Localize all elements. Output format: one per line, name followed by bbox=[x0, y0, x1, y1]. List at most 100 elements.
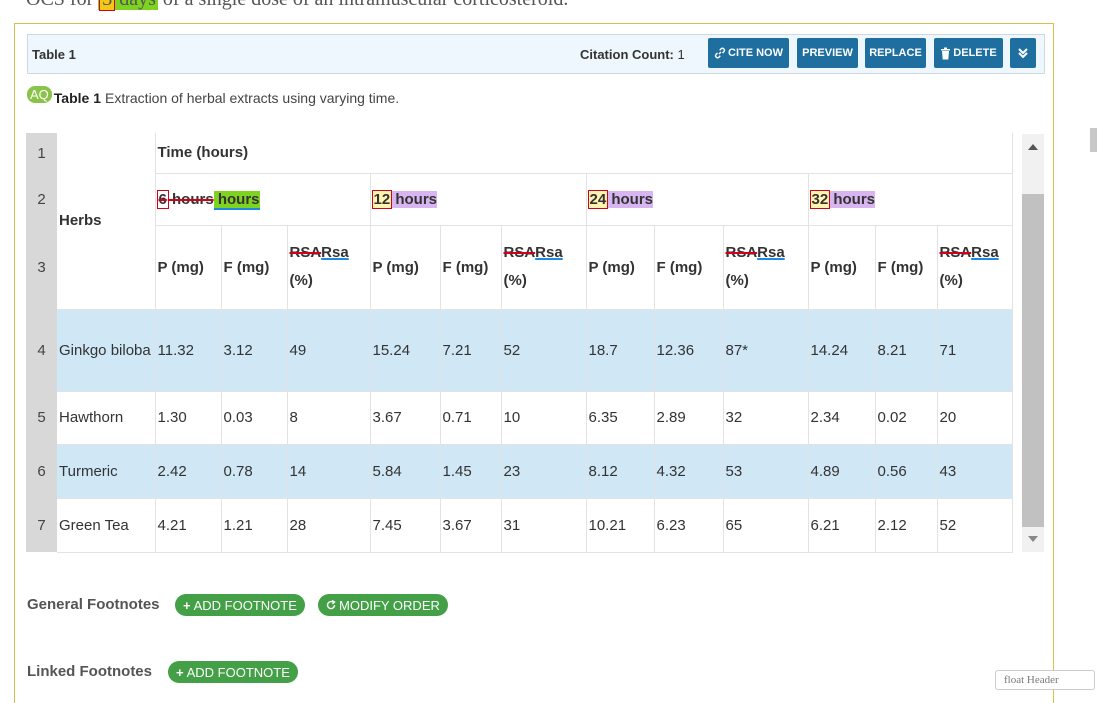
float-header-tab[interactable]: float Header bbox=[995, 670, 1095, 690]
value-cell[interactable]: 20 bbox=[937, 391, 1013, 445]
herb-cell[interactable]: Ginkgo biloba bbox=[57, 309, 156, 392]
modify-order-button[interactable]: MODIFY ORDER bbox=[318, 594, 448, 616]
value-cell[interactable]: 14.24 bbox=[808, 309, 876, 392]
value-cell[interactable]: 18.7 bbox=[586, 309, 655, 392]
value-cell[interactable]: 4.21 bbox=[155, 498, 222, 553]
table-row: 4 Ginkgo biloba 11.32 3.12 49 15.24 7.21… bbox=[26, 309, 1013, 392]
expand-button[interactable] bbox=[1010, 38, 1036, 68]
time-header[interactable]: Time (hours) bbox=[155, 133, 1013, 174]
value-cell[interactable]: 1.30 bbox=[155, 391, 222, 445]
value-cell[interactable]: 10.21 bbox=[586, 498, 655, 553]
row-number: 4 bbox=[26, 309, 57, 391]
value-cell[interactable]: 7.21 bbox=[440, 309, 502, 392]
value-cell[interactable]: 3.67 bbox=[370, 391, 441, 445]
table-row: 7 Green Tea 4.21 1.21 28 7.45 3.67 31 10… bbox=[26, 498, 1013, 553]
aq-badge[interactable]: AQ bbox=[27, 86, 52, 103]
value-cell[interactable]: 0.56 bbox=[875, 444, 938, 499]
document-text-line: OCS for 3 days of a single dose of an in… bbox=[26, 0, 568, 11]
add-footnote-button[interactable]: + ADD FOOTNOTE bbox=[175, 594, 305, 616]
value-cell[interactable]: 52 bbox=[501, 309, 587, 392]
time-group-header[interactable]: 24 hours bbox=[586, 173, 809, 226]
value-cell[interactable]: 28 bbox=[287, 498, 371, 553]
value-cell[interactable]: 2.89 bbox=[654, 391, 724, 445]
herb-cell[interactable]: Hawthorn bbox=[57, 391, 156, 445]
time-group-header[interactable]: 6 hours hours bbox=[155, 173, 371, 226]
col-f-header[interactable]: F (mg) bbox=[440, 225, 502, 310]
col-rsa-header[interactable]: RSARsa (%) bbox=[723, 225, 809, 310]
value-cell[interactable]: 71 bbox=[937, 309, 1013, 392]
value-cell[interactable]: 53 bbox=[723, 444, 809, 499]
value-cell[interactable]: 0.78 bbox=[221, 444, 288, 499]
table-scrollbar[interactable] bbox=[1022, 134, 1044, 552]
value-cell[interactable]: 6.35 bbox=[586, 391, 655, 445]
value-cell[interactable]: 8.12 bbox=[586, 444, 655, 499]
value-cell[interactable]: 6.23 bbox=[654, 498, 724, 553]
value-cell[interactable]: 3.67 bbox=[440, 498, 502, 553]
value-cell[interactable]: 8 bbox=[287, 391, 371, 445]
row-number: 6 bbox=[26, 444, 57, 498]
table-name: Table 1 bbox=[32, 47, 76, 62]
value-cell[interactable]: 32 bbox=[723, 391, 809, 445]
col-p-header[interactable]: P (mg) bbox=[586, 225, 655, 310]
col-f-header[interactable]: F (mg) bbox=[221, 225, 288, 310]
replace-button[interactable]: REPLACE bbox=[865, 38, 926, 68]
value-cell[interactable]: 2.42 bbox=[155, 444, 222, 499]
time-group-header[interactable]: 32 hours bbox=[808, 173, 1013, 226]
table-row: 6 Turmeric 2.42 0.78 14 5.84 1.45 23 8.1… bbox=[26, 444, 1013, 499]
value-cell[interactable]: 3.12 bbox=[221, 309, 288, 392]
value-cell[interactable]: 0.71 bbox=[440, 391, 502, 445]
table-toolbar: Table 1 Citation Count: 1 CITE NOW PREVI… bbox=[27, 34, 1045, 74]
col-f-header[interactable]: F (mg) bbox=[654, 225, 724, 310]
value-cell[interactable]: 6.21 bbox=[808, 498, 876, 553]
preview-button[interactable]: PREVIEW bbox=[797, 38, 858, 68]
value-cell[interactable]: 1.21 bbox=[221, 498, 288, 553]
col-p-header[interactable]: P (mg) bbox=[808, 225, 876, 310]
value-cell[interactable]: 49 bbox=[287, 309, 371, 392]
col-rsa-header[interactable]: RSARsa (%) bbox=[501, 225, 587, 310]
col-rsa-header[interactable]: RSARsa (%) bbox=[937, 225, 1013, 310]
refresh-icon bbox=[326, 600, 336, 610]
delete-button[interactable]: DELETE bbox=[934, 38, 1003, 68]
value-cell[interactable]: 11.32 bbox=[155, 309, 222, 392]
value-cell[interactable]: 65 bbox=[723, 498, 809, 553]
value-cell[interactable]: 0.03 bbox=[221, 391, 288, 445]
scroll-down-arrow-icon[interactable] bbox=[1028, 536, 1038, 542]
add-linked-footnote-button[interactable]: + ADD FOOTNOTE bbox=[168, 661, 298, 683]
herb-cell[interactable]: Turmeric bbox=[57, 444, 156, 499]
value-cell[interactable]: 2.34 bbox=[808, 391, 876, 445]
value-cell[interactable]: 8.21 bbox=[875, 309, 938, 392]
table-caption: AQ Table 1 Extraction of herbal extracts… bbox=[27, 86, 399, 106]
value-cell[interactable]: 1.45 bbox=[440, 444, 502, 499]
value-cell[interactable]: 52 bbox=[937, 498, 1013, 553]
row-number: 2 bbox=[26, 173, 57, 225]
herb-cell[interactable]: Green Tea bbox=[57, 498, 156, 553]
value-cell[interactable]: 0.02 bbox=[875, 391, 938, 445]
value-cell[interactable]: 14 bbox=[287, 444, 371, 499]
caption-label: Table 1 bbox=[53, 89, 101, 106]
value-cell[interactable]: 15.24 bbox=[370, 309, 441, 392]
cite-now-button[interactable]: CITE NOW bbox=[708, 38, 789, 68]
value-cell[interactable]: 2.12 bbox=[875, 498, 938, 553]
value-cell[interactable]: 5.84 bbox=[370, 444, 441, 499]
value-cell[interactable]: 7.45 bbox=[370, 498, 441, 553]
value-cell[interactable]: 10 bbox=[501, 391, 587, 445]
col-p-header[interactable]: P (mg) bbox=[370, 225, 441, 310]
value-cell[interactable]: 87* bbox=[723, 309, 809, 392]
table-row: 5 Hawthorn 1.30 0.03 8 3.67 0.71 10 6.35… bbox=[26, 391, 1013, 445]
value-cell[interactable]: 43 bbox=[937, 444, 1013, 499]
col-p-header[interactable]: P (mg) bbox=[155, 225, 222, 310]
scroll-up-arrow-icon[interactable] bbox=[1028, 144, 1038, 150]
value-cell[interactable]: 23 bbox=[501, 444, 587, 499]
value-cell[interactable]: 12.36 bbox=[654, 309, 724, 392]
col-rsa-header[interactable]: RSARsa (%) bbox=[287, 225, 371, 310]
page-scrollbar[interactable] bbox=[1090, 128, 1097, 152]
scroll-thumb[interactable] bbox=[1022, 194, 1044, 527]
time-group-header[interactable]: 12 hours bbox=[370, 173, 587, 226]
plus-icon: + bbox=[183, 597, 191, 613]
value-cell[interactable]: 31 bbox=[501, 498, 587, 553]
col-f-header[interactable]: F (mg) bbox=[875, 225, 938, 310]
row-number: 3 bbox=[26, 225, 57, 309]
value-cell[interactable]: 4.32 bbox=[654, 444, 724, 499]
value-cell[interactable]: 4.89 bbox=[808, 444, 876, 499]
herbs-header[interactable]: Herbs bbox=[57, 133, 156, 310]
